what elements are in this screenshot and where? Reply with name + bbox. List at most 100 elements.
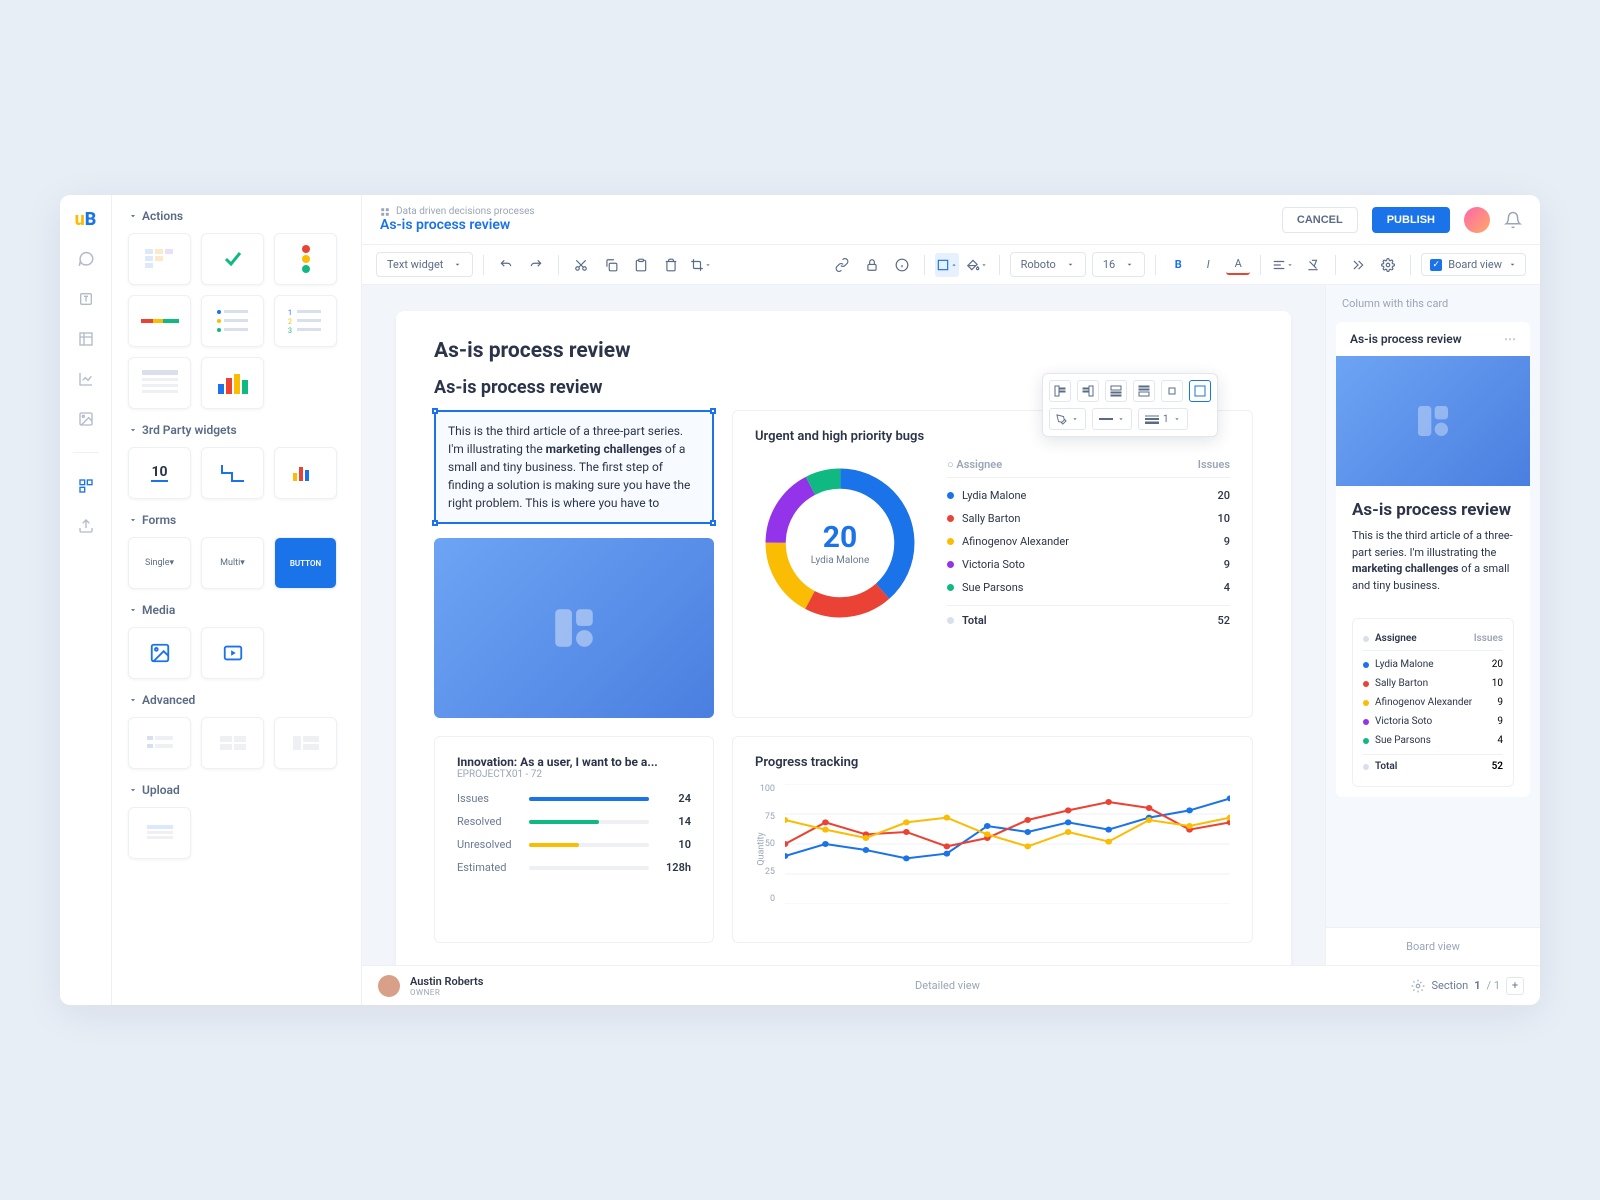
breadcrumb[interactable]: Data driven decisions proceses — [380, 206, 535, 217]
preview-text: This is the third article of a three-par… — [1352, 528, 1514, 594]
legend-row: Lydia Malone20 — [947, 484, 1230, 507]
widget-type-dropdown[interactable]: Text widget — [376, 252, 473, 277]
widget-numbered[interactable]: 123 — [274, 295, 337, 347]
widget-calendar[interactable]: 10 — [128, 447, 191, 499]
legend-row: Victoria Soto9 — [947, 553, 1230, 576]
section-forms[interactable]: Forms — [128, 513, 345, 527]
widget-single[interactable]: Single ▾ — [128, 537, 191, 589]
more-icon[interactable] — [1346, 253, 1370, 277]
align-icon[interactable] — [1271, 253, 1295, 277]
text-icon[interactable] — [75, 288, 97, 310]
section-upload[interactable]: Upload — [128, 783, 345, 797]
table-row: Sue Parsons4 — [1363, 731, 1503, 750]
legend-row: Sue Parsons4 — [947, 576, 1230, 599]
avatar[interactable] — [1464, 207, 1490, 233]
preview-heading: As-is process review — [1352, 500, 1514, 520]
legend-row: Afinogenov Alexander9 — [947, 530, 1230, 553]
widget-bars[interactable] — [201, 357, 264, 409]
resize-handle[interactable] — [710, 520, 716, 526]
section-3rdparty[interactable]: 3rd Party widgets — [128, 423, 345, 437]
widget-flow[interactable] — [201, 447, 264, 499]
stat-row: Unresolved10 — [457, 838, 691, 851]
textcolor-icon[interactable]: A — [1226, 255, 1250, 275]
add-section-button[interactable]: + — [1506, 977, 1524, 995]
widget-kanban[interactable] — [128, 233, 191, 285]
widget-adv1[interactable] — [128, 717, 191, 769]
image-block[interactable] — [434, 538, 714, 718]
widget-multi[interactable]: Multi ▾ — [201, 537, 264, 589]
resize-handle[interactable] — [432, 520, 438, 526]
trash-icon[interactable] — [659, 253, 683, 277]
publish-button[interactable]: PUBLISH — [1372, 207, 1450, 233]
lock-icon[interactable] — [860, 253, 884, 277]
cut-icon[interactable] — [569, 253, 593, 277]
fontsize-dropdown[interactable]: 16 — [1092, 252, 1145, 277]
widgets-icon[interactable] — [75, 475, 97, 497]
right-footer[interactable]: Board view — [1326, 927, 1540, 965]
redo-icon[interactable] — [524, 253, 548, 277]
right-column: Column with tihs card As-is process revi… — [1325, 285, 1540, 965]
widget-upload1[interactable] — [128, 807, 191, 859]
resize-handle[interactable] — [432, 408, 438, 414]
layout-opt-5[interactable] — [1161, 380, 1183, 402]
layout-opt-4[interactable] — [1133, 380, 1155, 402]
italic-icon[interactable]: I — [1196, 253, 1220, 277]
stats-card: Innovation: As a user, I want to be a...… — [434, 736, 714, 943]
gear-icon[interactable] — [1411, 979, 1425, 993]
widget-button[interactable]: BUTTON — [274, 537, 337, 589]
layout-opt-3[interactable] — [1105, 380, 1127, 402]
widget-minibars[interactable] — [274, 447, 337, 499]
right-column-title: Column with tihs card — [1326, 285, 1540, 322]
settings-icon[interactable] — [1376, 253, 1400, 277]
widget-traffic[interactable] — [274, 233, 337, 285]
chat-icon[interactable] — [75, 248, 97, 270]
bell-icon[interactable] — [1504, 211, 1522, 229]
section-media[interactable]: Media — [128, 603, 345, 617]
copy-icon[interactable] — [599, 253, 623, 277]
info-icon[interactable] — [890, 253, 914, 277]
card-more-icon[interactable]: ⋯ — [1504, 332, 1516, 346]
cancel-button[interactable]: CANCEL — [1282, 207, 1358, 233]
clear-icon[interactable] — [1301, 253, 1325, 277]
fill-icon[interactable] — [965, 253, 989, 277]
main-area: Data driven decisions proceses As-is pro… — [362, 195, 1540, 1005]
line-style-dropdown[interactable] — [1092, 408, 1132, 430]
section-advanced[interactable]: Advanced — [128, 693, 345, 707]
text-block-selected[interactable]: This is the third article of a three-par… — [434, 410, 714, 524]
section-actions[interactable]: Actions — [128, 209, 345, 223]
widget-check[interactable] — [201, 233, 264, 285]
table-row: Lydia Malone20 — [1363, 655, 1503, 674]
upload-icon[interactable] — [75, 515, 97, 537]
bgcolor-icon[interactable] — [935, 253, 959, 277]
line-chart-card: Progress tracking 1007550250 Quantity — [732, 736, 1253, 943]
image-icon[interactable] — [75, 408, 97, 430]
widget-progress[interactable] — [128, 295, 191, 347]
crop-icon[interactable] — [689, 253, 713, 277]
toolbar: Text widget Roboto 16 B I A — [362, 245, 1540, 285]
pen-dropdown[interactable] — [1049, 408, 1086, 430]
widget-table[interactable] — [128, 357, 191, 409]
preview-card[interactable]: As-is process review⋯ As-is process revi… — [1336, 322, 1530, 797]
widget-adv3[interactable] — [274, 717, 337, 769]
resize-handle[interactable] — [710, 408, 716, 414]
doc-title: As-is process review — [434, 339, 1253, 363]
layout-opt-2[interactable] — [1077, 380, 1099, 402]
link-icon[interactable] — [830, 253, 854, 277]
footer-tab[interactable]: Detailed view — [493, 979, 1401, 992]
undo-icon[interactable] — [494, 253, 518, 277]
layout-opt-1[interactable] — [1049, 380, 1071, 402]
widget-video[interactable] — [201, 627, 264, 679]
widget-list[interactable] — [201, 295, 264, 347]
board-view-toggle[interactable]: ✓Board view — [1421, 253, 1526, 276]
author-avatar[interactable] — [378, 975, 400, 997]
layout-opt-6[interactable] — [1189, 380, 1211, 402]
table-icon[interactable] — [75, 328, 97, 350]
paste-icon[interactable] — [629, 253, 653, 277]
bold-icon[interactable]: B — [1166, 253, 1190, 277]
widget-image[interactable] — [128, 627, 191, 679]
chart-icon[interactable] — [75, 368, 97, 390]
font-dropdown[interactable]: Roboto — [1010, 252, 1086, 277]
line-weight-dropdown[interactable]: 1 — [1138, 408, 1188, 430]
widget-adv2[interactable] — [201, 717, 264, 769]
nav-rail: uB — [60, 195, 112, 1005]
